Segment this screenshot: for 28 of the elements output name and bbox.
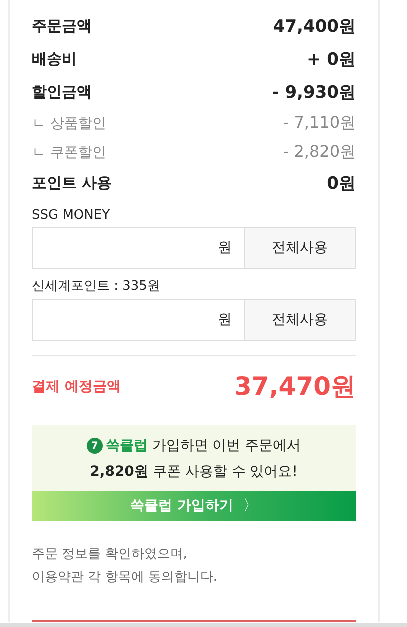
point-input-field[interactable]: 원 <box>32 299 244 341</box>
summary-amount: - 9,930원 <box>272 82 356 104</box>
summary-amount: 0원 <box>327 173 356 195</box>
chevron-icon: 〉 <box>243 497 258 515</box>
point-input-field[interactable]: 원 <box>32 227 244 269</box>
total-label: 결제 예정금액 <box>32 378 121 396</box>
discount-amount: - 2,820원 <box>283 142 356 163</box>
discount-label: ㄴ 쿠폰할인 <box>32 144 106 162</box>
summary-label: 포인트 사용 <box>32 174 112 193</box>
total-amount: 37,470원 <box>234 371 356 403</box>
summary-label: 할인금액 <box>32 83 92 102</box>
field-label: SSG MONEY <box>32 208 112 223</box>
field-label: 신세계포인트 : 335원 <box>32 278 162 295</box>
summary-label: 주문금액 <box>32 17 92 36</box>
summary-amount: + 0원 <box>307 49 356 71</box>
discount-label: ㄴ 상품할인 <box>32 114 106 132</box>
unit-label: 원 <box>218 239 232 257</box>
discount-amount: - 7,110원 <box>283 113 356 134</box>
use-all-button[interactable]: 전체사용 <box>244 227 356 269</box>
promo-text: 쓱클럽 가입하면 이번 주문에서 <box>106 437 302 455</box>
summary-label: 배송비 <box>32 50 77 69</box>
use-all-button[interactable]: 전체사용 <box>244 299 356 341</box>
terms-text: 주문 정보를 확인하였으며, <box>32 546 188 564</box>
summary-amount: 47,400원 <box>273 16 356 38</box>
unit-label: 원 <box>218 311 232 329</box>
terms-text: 이용약관 각 항목에 동의합니다. <box>32 569 219 587</box>
promo-text: 2,820원 쿠폰 사용할 수 있어요! <box>90 463 298 481</box>
badge-icon: 7 <box>86 438 103 454</box>
